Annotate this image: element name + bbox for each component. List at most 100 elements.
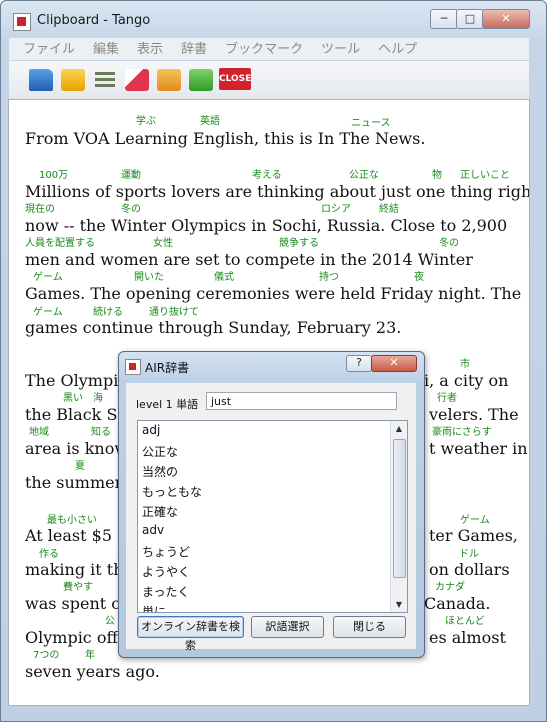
dialog-title: AIR辞書 xyxy=(145,361,190,375)
annotation: 最も小さい xyxy=(47,515,97,526)
online-search-button[interactable]: オンライン辞書を検索 xyxy=(137,616,244,652)
annotation: 人員を配置する xyxy=(25,238,95,249)
dialog-help-button[interactable]: ? xyxy=(346,355,372,372)
annotation: 7つの xyxy=(33,650,60,661)
scroll-thumb[interactable] xyxy=(393,439,406,578)
dialog-body: level 1 単語 just adj 公正な 当然の もっともな 正確な ad… xyxy=(126,383,416,652)
menu-tools[interactable]: ツール xyxy=(321,39,360,61)
dialog-close-button[interactable]: ✕ xyxy=(371,355,417,372)
annotation: 100万 xyxy=(39,170,69,181)
text-line: men and women are set to compete in the … xyxy=(25,250,473,269)
scroll-down-icon[interactable]: ▼ xyxy=(391,597,407,612)
title-bar[interactable]: Clipboard - Tango ─ □ ✕ xyxy=(1,1,546,35)
annotation: 物 xyxy=(432,170,442,181)
annotation: 英語 xyxy=(200,116,220,127)
key-icon[interactable] xyxy=(61,69,85,91)
annotation: 地域 xyxy=(29,427,49,438)
annotation: 冬の xyxy=(439,238,459,249)
annotation: 冬の xyxy=(121,204,141,215)
list-icon[interactable] xyxy=(93,69,117,91)
annotation: 行者 xyxy=(437,393,457,404)
text-line: At least $5 xyxy=(25,526,112,545)
annotation: ドル xyxy=(459,549,479,560)
dialog-app-icon xyxy=(125,359,141,375)
text-line: seven years ago. xyxy=(25,662,160,681)
annotation: 続ける xyxy=(93,307,123,318)
folder-back-icon[interactable] xyxy=(157,69,181,91)
menu-edit[interactable]: 編集 xyxy=(93,39,119,61)
text-line: From VOA Learning English, this is In Th… xyxy=(25,129,426,148)
annotation: 知る xyxy=(91,427,111,438)
text-line: i, a city on xyxy=(424,371,509,390)
text-line: making it the xyxy=(25,560,133,579)
text-line: velers. The xyxy=(429,405,519,424)
annotation: 市 xyxy=(460,359,470,370)
annotation: 考える xyxy=(252,170,282,181)
annotation: 終結 xyxy=(379,204,399,215)
list-item[interactable]: まったく xyxy=(142,583,190,600)
annotation: ニュース xyxy=(351,118,391,129)
close-button[interactable]: ✕ xyxy=(482,9,530,29)
level-label: level 1 単語 xyxy=(136,398,199,411)
word-input[interactable]: just xyxy=(206,392,397,410)
menu-help[interactable]: ヘルプ xyxy=(378,39,417,61)
text-line: on dollars xyxy=(429,560,510,579)
folder-forward-icon[interactable] xyxy=(189,69,213,91)
list-item[interactable]: ようやく xyxy=(142,563,190,580)
list-item[interactable]: 正確な xyxy=(142,503,178,520)
annotation: 持つ xyxy=(319,272,339,283)
annotation: ほとんど xyxy=(445,616,485,627)
list-item[interactable]: 公正な xyxy=(142,443,178,460)
annotation: 競争する xyxy=(279,238,319,249)
list-item[interactable]: ちょうど xyxy=(142,543,190,560)
list-item[interactable]: adv xyxy=(142,523,164,537)
list-item[interactable]: もっともな xyxy=(142,483,202,500)
text-line: Olympic offi xyxy=(25,628,123,647)
open-folder-icon[interactable] xyxy=(29,69,53,91)
close-document-button[interactable]: CLOSE xyxy=(219,68,251,90)
definition-list[interactable]: adj 公正な 当然の もっともな 正確な adv ちょうど ようやく まったく… xyxy=(137,420,408,613)
annotation: ゲーム xyxy=(33,307,63,318)
annotation: ゲーム xyxy=(33,272,63,283)
annotation: 通り抜けて xyxy=(149,307,199,318)
text-line: the Black Se xyxy=(25,405,127,424)
scroll-up-icon[interactable]: ▲ xyxy=(391,421,407,436)
annotation: カナダ xyxy=(435,582,465,593)
annotation: 夏 xyxy=(75,461,85,472)
text-line: es almost xyxy=(429,628,506,647)
annotation: 儀式 xyxy=(214,272,234,283)
annotation: 正しいこと xyxy=(460,170,510,181)
window-title: Clipboard - Tango xyxy=(37,13,151,28)
annotation: ロシア xyxy=(321,204,351,215)
menu-dictionary[interactable]: 辞書 xyxy=(181,39,207,61)
select-translation-button[interactable]: 訳語選択 xyxy=(251,616,324,638)
toolbar: CLOSE xyxy=(9,61,529,100)
annotation: 海 xyxy=(93,393,103,404)
list-item[interactable]: adj xyxy=(142,423,160,437)
annotation: 夜 xyxy=(414,272,424,283)
menu-bookmark[interactable]: ブックマーク xyxy=(225,39,303,61)
annotation: 現在の xyxy=(25,204,55,215)
annotation: 作る xyxy=(39,549,59,560)
dictionary-dialog: AIR辞書 ? ✕ level 1 単語 just adj 公正な 当然の もっ… xyxy=(118,351,425,658)
text-line: the summer. xyxy=(25,473,126,492)
text-line: games continue through Sunday, February … xyxy=(25,318,402,337)
maximize-button[interactable]: □ xyxy=(456,9,484,29)
menu-view[interactable]: 表示 xyxy=(137,39,163,61)
close-dialog-button[interactable]: 閉じる xyxy=(333,616,406,638)
text-line: Canada. xyxy=(424,594,491,613)
list-scrollbar[interactable]: ▲ ▼ xyxy=(390,421,407,612)
annotation: 運動 xyxy=(121,170,141,181)
app-icon xyxy=(13,13,31,31)
minimize-button[interactable]: ─ xyxy=(430,9,458,29)
text-line: Games. The opening ceremonies were held … xyxy=(25,284,522,303)
list-item[interactable]: 単に xyxy=(142,603,166,612)
text-line: The Olympic xyxy=(25,371,128,390)
eraser-icon[interactable] xyxy=(125,69,149,91)
list-item[interactable]: 当然の xyxy=(142,463,178,480)
text-line: was spent or xyxy=(25,594,129,613)
text-line: now -- the Winter Olympics in Sochi, Rus… xyxy=(25,216,508,235)
annotation: 学ぶ xyxy=(136,116,156,127)
menu-file[interactable]: ファイル xyxy=(23,39,75,61)
annotation: 公正な xyxy=(349,170,379,181)
